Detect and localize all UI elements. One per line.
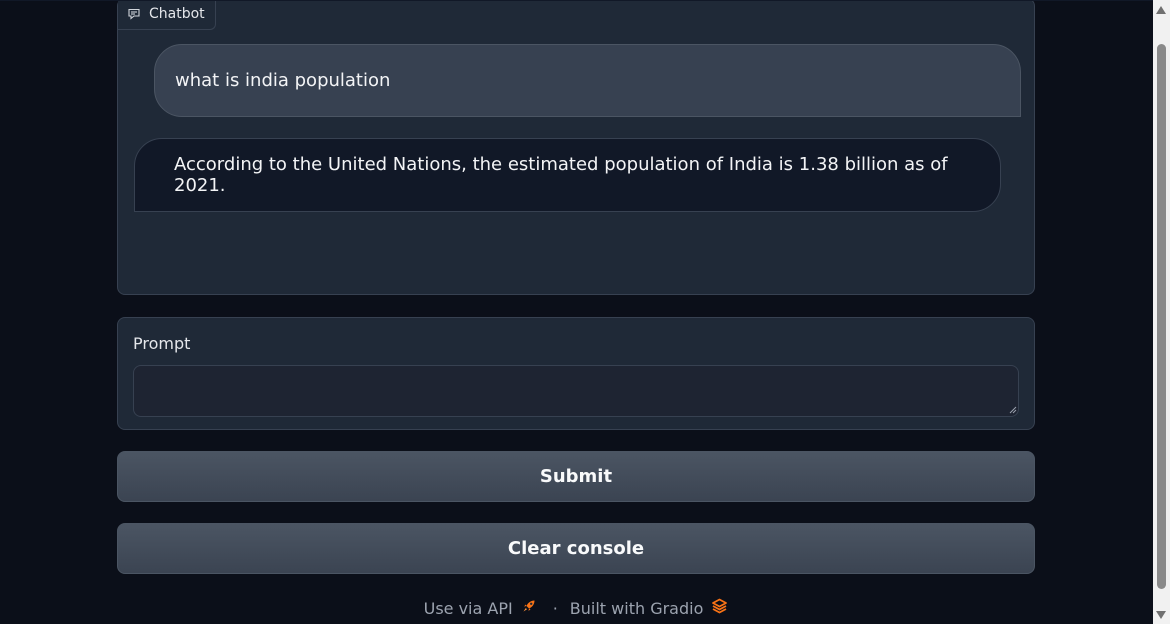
use-via-api-label: Use via API [423,598,513,618]
use-via-api-link[interactable]: Use via API [424,598,537,618]
gradio-page: Chatbot what is india population Accordi… [0,0,1170,624]
built-with-gradio-label: Built with Gradio [569,598,704,618]
scroll-thumb[interactable] [1157,44,1166,589]
user-message: what is india population [154,44,1021,117]
bot-message: According to the United Nations, the est… [134,138,1001,212]
gradio-logo-icon [711,598,728,618]
chat-icon [128,8,140,20]
scroll-down-icon[interactable] [1156,611,1166,619]
chatbot-label-text: Chatbot [149,6,205,22]
scroll-up-icon[interactable] [1156,6,1166,14]
resize-grip-icon[interactable] [1009,406,1017,414]
submit-button[interactable]: Submit [117,451,1035,502]
prompt-label: Prompt [133,334,191,353]
page-scrollbar[interactable] [1153,0,1170,624]
footer: Use via API · Built with Gradio [0,596,1152,620]
rocket-icon [521,598,537,618]
footer-separator: · [552,598,558,618]
chatbot-label: Chatbot [118,0,216,30]
top-border [0,0,1153,1]
clear-console-button[interactable]: Clear console [117,523,1035,574]
prompt-input[interactable] [133,365,1019,417]
built-with-gradio-link[interactable]: Built with Gradio [570,598,729,618]
chatbot-panel: Chatbot what is india population Accordi… [117,0,1035,295]
prompt-block: Prompt [117,317,1035,430]
